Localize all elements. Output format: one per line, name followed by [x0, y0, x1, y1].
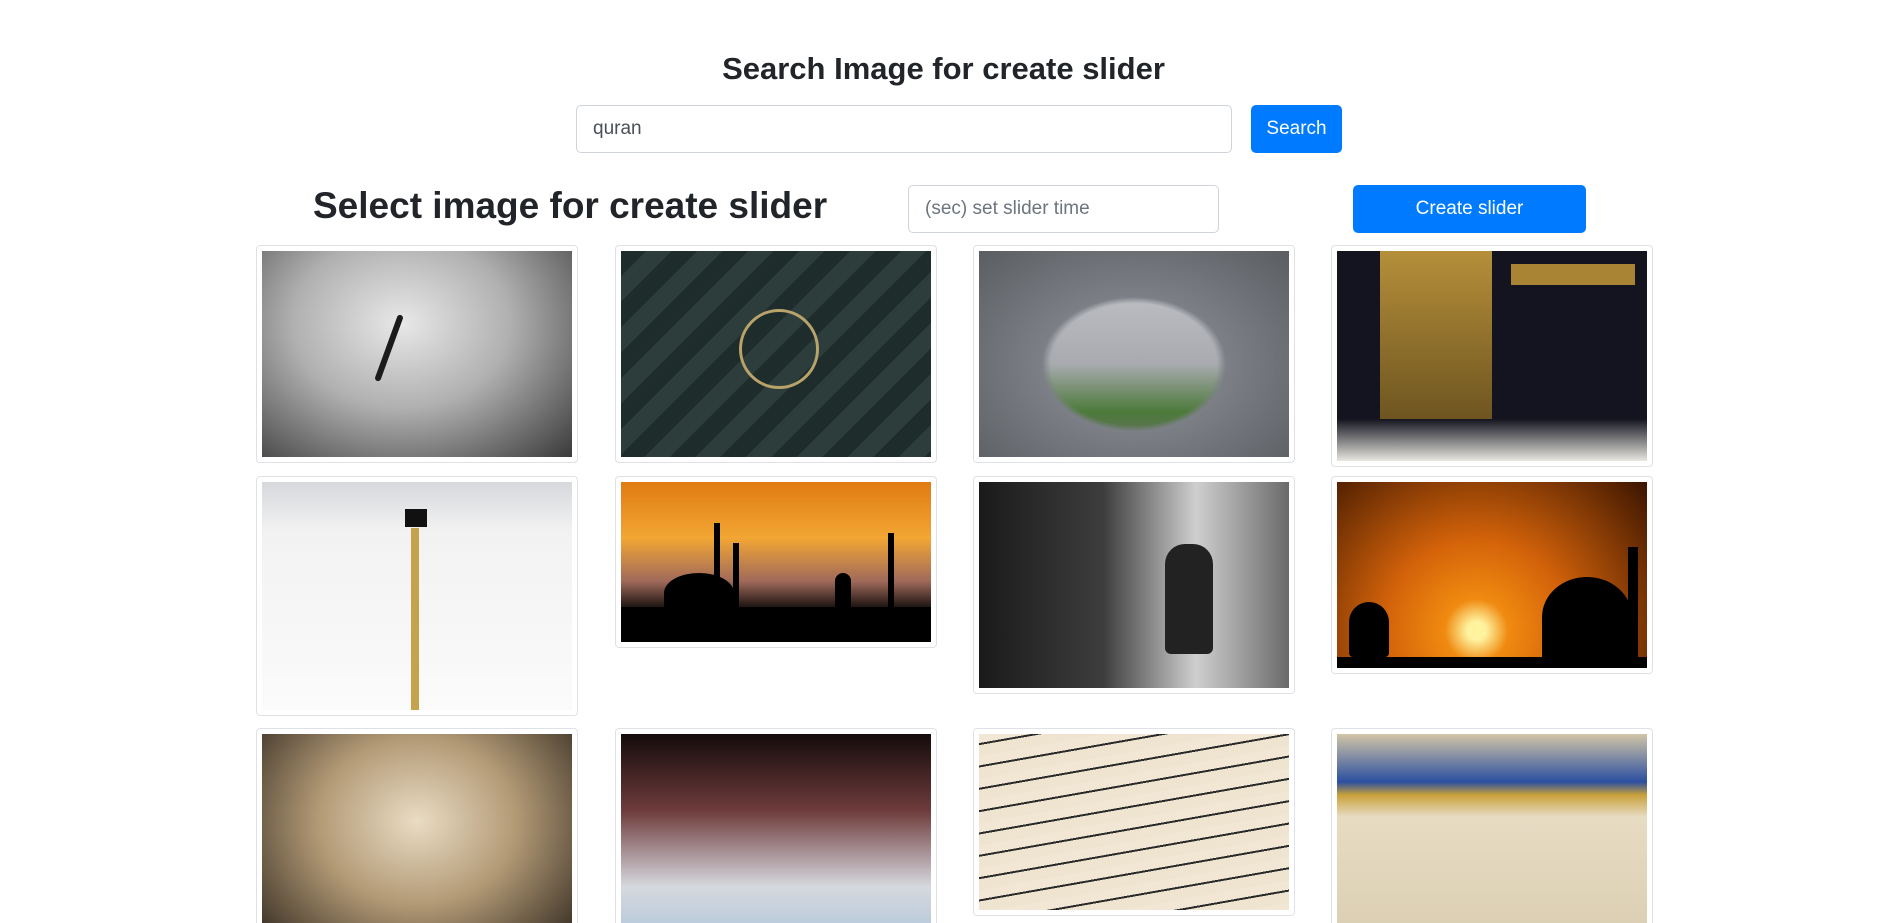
- prayer-sunset-image: [1337, 482, 1647, 668]
- image-card-12[interactable]: [1331, 728, 1653, 923]
- image-card-11[interactable]: [973, 728, 1295, 916]
- open-quran-on-rug-image: [621, 734, 931, 923]
- image-card-1[interactable]: [256, 245, 578, 463]
- image-card-2[interactable]: [615, 245, 937, 463]
- search-title: Search Image for create slider: [722, 51, 1165, 86]
- mosque-view-image: [979, 251, 1289, 457]
- quran-book-stand-image: [262, 251, 572, 457]
- page: Search Image for create slider Search Se…: [0, 0, 1887, 923]
- search-button[interactable]: Search: [1251, 105, 1342, 153]
- open-quran-kaaba-image: [262, 482, 572, 710]
- image-card-5[interactable]: [256, 476, 578, 716]
- image-card-6[interactable]: [615, 476, 937, 648]
- image-card-10[interactable]: [615, 728, 937, 923]
- mosque-silhouette-sunset-image: [621, 482, 931, 642]
- kaaba-door-image: [1337, 251, 1647, 461]
- image-card-9[interactable]: [256, 728, 578, 923]
- hands-holding-quran-image: [262, 734, 572, 923]
- image-card-8[interactable]: [1331, 476, 1653, 674]
- image-card-7[interactable]: [973, 476, 1295, 694]
- search-input[interactable]: [576, 105, 1232, 153]
- select-image-title: Select image for create slider: [313, 185, 828, 226]
- quran-cover-image: [621, 251, 931, 457]
- create-slider-button[interactable]: Create slider: [1353, 185, 1586, 233]
- arabic-calligraphy-image: [979, 734, 1289, 910]
- image-card-3[interactable]: [973, 245, 1295, 463]
- illuminated-manuscript-image: [1337, 734, 1647, 923]
- slider-time-input[interactable]: [908, 185, 1219, 233]
- image-card-4[interactable]: [1331, 245, 1653, 467]
- man-reading-quran-image: [979, 482, 1289, 688]
